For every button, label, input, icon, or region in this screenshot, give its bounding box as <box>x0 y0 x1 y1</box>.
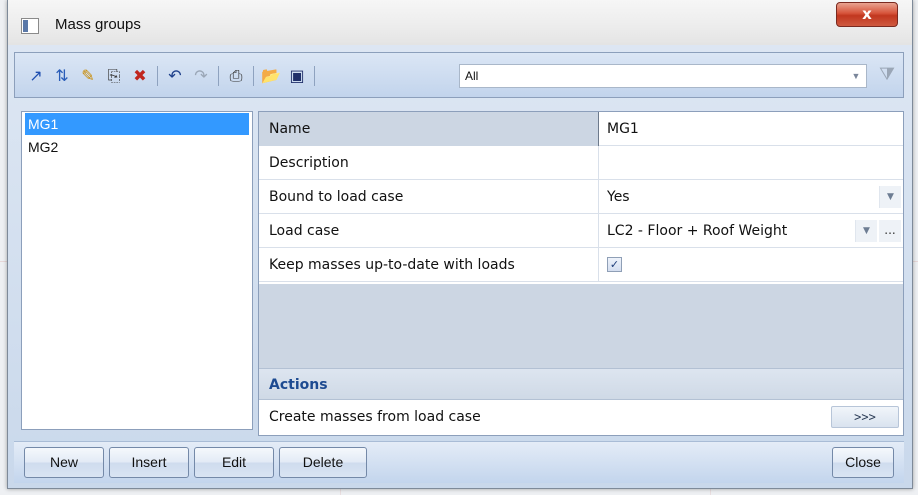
new-entry-icon[interactable]: ↗ <box>25 65 47 87</box>
property-label: Keep masses up-to-date with loads <box>259 248 599 282</box>
empty-area <box>259 284 903 368</box>
edit-button[interactable]: Edit <box>194 447 274 478</box>
delete-button[interactable]: Delete <box>279 447 367 478</box>
property-label: Description <box>259 146 599 180</box>
redo-icon[interactable]: ↷ <box>190 65 212 87</box>
print-icon[interactable]: ⎙ <box>225 65 247 87</box>
actions-header: Actions <box>259 368 903 400</box>
filter-select[interactable]: All ▼ <box>459 64 867 88</box>
chevron-down-icon[interactable]: ▼ <box>879 186 901 208</box>
ellipsis-button[interactable]: ... <box>879 220 901 242</box>
sort-icon[interactable]: ⇅ <box>51 65 73 87</box>
save-icon[interactable]: ▣ <box>286 65 308 87</box>
window-icon <box>21 18 39 34</box>
keep-masses-cell: ✓ <box>599 248 903 282</box>
property-label: Load case <box>259 214 599 248</box>
open-folder-icon[interactable]: 📂 <box>260 65 282 87</box>
property-row-bound[interactable]: Bound to load case Yes ▼ <box>259 180 903 214</box>
bound-value: Yes <box>607 189 630 205</box>
button-bar: New Insert Edit Delete Close <box>14 441 904 483</box>
property-label: Name <box>259 112 599 146</box>
delete-icon[interactable]: ✖ <box>129 65 151 87</box>
action-row: Create masses from load case >>> <box>259 400 903 434</box>
name-field[interactable]: MG1 <box>599 112 903 146</box>
keep-masses-checkbox[interactable]: ✓ <box>607 257 622 272</box>
title-bar: Mass groups x <box>8 0 912 45</box>
toolbar: ↗ ⇅ ✎ ⎘ ✖ ↶ ↷ ⎙ 📂 ▣ All ▼ ⧩ <box>14 52 904 98</box>
load-case-value: LC2 - Floor + Roof Weight <box>607 223 788 239</box>
create-masses-button[interactable]: >>> <box>831 406 899 428</box>
new-button[interactable]: New <box>24 447 104 478</box>
bound-to-load-case-select[interactable]: Yes ▼ <box>599 180 903 214</box>
chevron-down-icon[interactable]: ▼ <box>855 220 877 242</box>
close-window-button[interactable]: x <box>836 2 898 27</box>
undo-icon[interactable]: ↶ <box>164 65 186 87</box>
load-case-select[interactable]: LC2 - Floor + Roof Weight ▼ ... <box>599 214 903 248</box>
property-row-description[interactable]: Description <box>259 146 903 180</box>
insert-button[interactable]: Insert <box>109 447 189 478</box>
close-button[interactable]: Close <box>832 447 894 478</box>
property-label: Bound to load case <box>259 180 599 214</box>
mass-groups-window: Mass groups x ↗ ⇅ ✎ ⎘ ✖ ↶ ↷ ⎙ 📂 ▣ All ▼ … <box>7 0 913 489</box>
property-row-load-case[interactable]: Load case LC2 - Floor + Roof Weight ▼ ..… <box>259 214 903 248</box>
chevron-down-icon[interactable]: ▼ <box>846 65 866 87</box>
filter-funnel-icon[interactable]: ⧩ <box>877 63 897 87</box>
mass-group-list[interactable]: MG1 MG2 <box>21 111 253 430</box>
property-row-name[interactable]: Name MG1 <box>259 112 903 146</box>
property-row-keep-masses[interactable]: Keep masses up-to-date with loads ✓ <box>259 248 903 282</box>
filter-value: All <box>465 69 479 83</box>
action-label: Create masses from load case <box>269 409 481 425</box>
list-item[interactable]: MG2 <box>25 136 249 158</box>
list-item[interactable]: MG1 <box>25 113 249 135</box>
properties-panel: Name MG1 Description Bound to load case … <box>258 111 904 436</box>
window-title: Mass groups <box>55 16 141 33</box>
copy-icon[interactable]: ⎘ <box>103 65 125 87</box>
edit-pencil-icon[interactable]: ✎ <box>77 65 99 87</box>
description-field[interactable] <box>599 146 903 180</box>
